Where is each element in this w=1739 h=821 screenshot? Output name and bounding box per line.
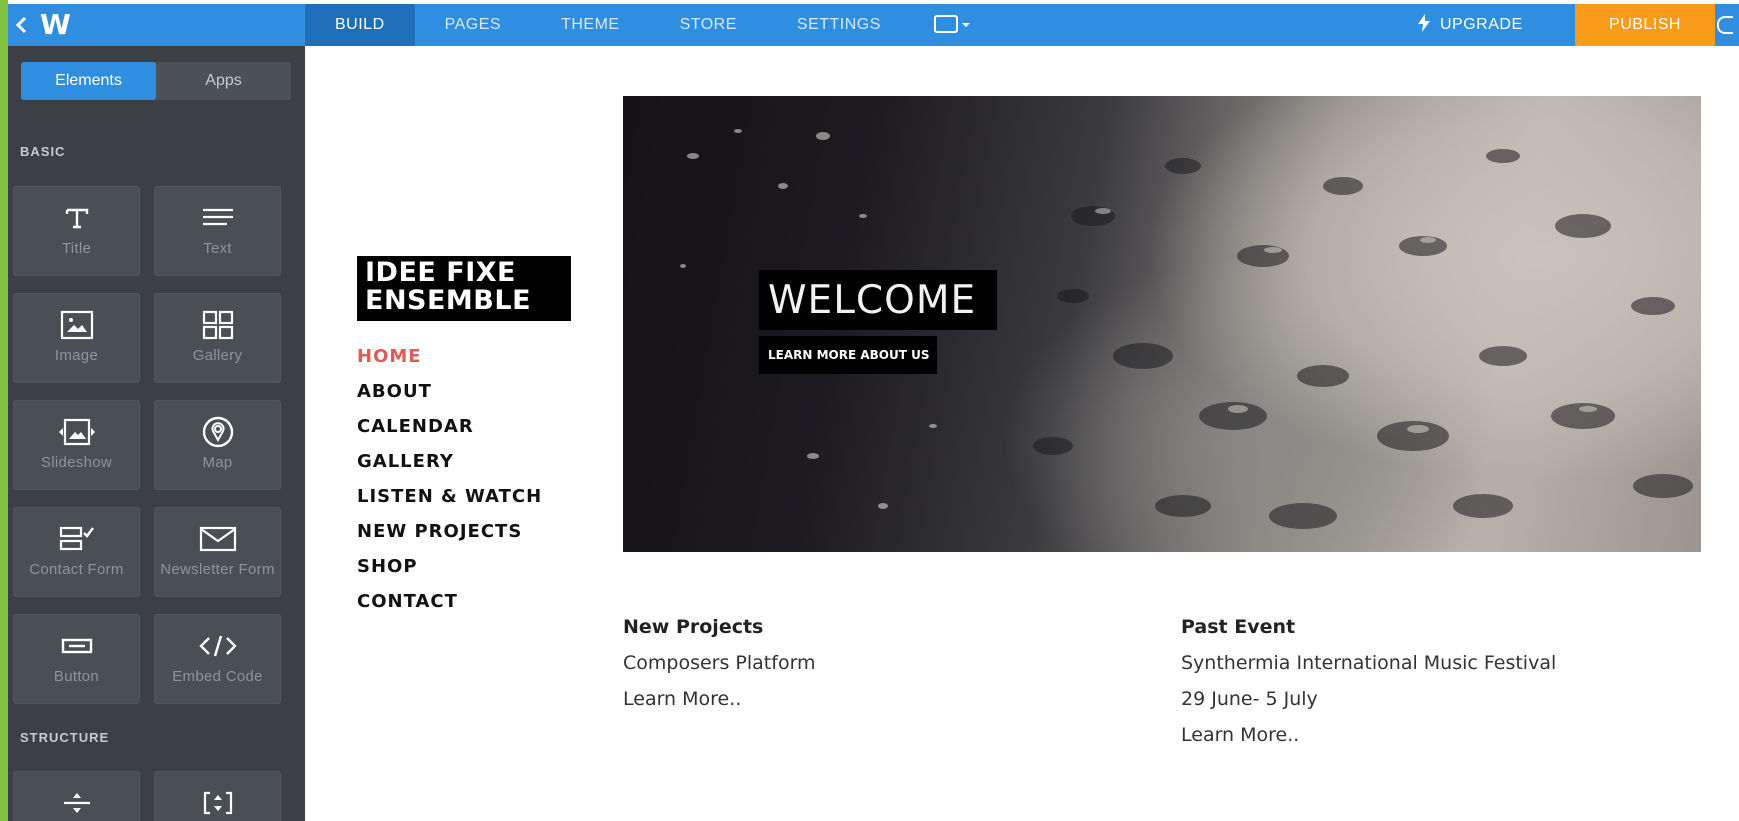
element-contact-form[interactable]: Contact Form [13,507,140,597]
element-label: Contact Form [29,561,124,578]
element-slideshow[interactable]: Slideshow [13,400,140,490]
element-newsletter-form[interactable]: Newsletter Form [154,507,281,597]
site-nav-about[interactable]: ABOUT [357,381,542,416]
slideshow-icon [55,415,99,449]
text-icon [201,201,235,235]
spacer-icon [201,786,235,820]
image-icon [60,308,94,342]
help-icon[interactable] [1715,4,1739,46]
element-label: Button [53,668,100,685]
editor-topbar: W BUILD PAGES THEME STORE SETTINGS UPGRA… [8,4,1739,46]
element-gallery[interactable]: Gallery [154,293,281,383]
element-button[interactable]: Button [13,614,140,704]
section-label-structure: STRUCTURE [20,730,110,745]
new-projects-learn-more-link[interactable]: Learn More.. [623,688,816,724]
device-preview-dropdown[interactable] [911,4,995,46]
gallery-icon [201,308,235,342]
element-label: Title [61,240,92,257]
welcome-heading: WELCOME [759,270,997,330]
new-projects-column: New Projects Composers Platform Learn Mo… [623,616,816,724]
element-label: Newsletter Form [160,561,275,578]
weebly-logo[interactable]: W [40,4,71,46]
element-map[interactable]: Map [154,400,281,490]
tab-settings[interactable]: SETTINGS [767,4,911,46]
upgrade-label: UPGRADE [1440,16,1523,33]
element-text[interactable]: Text [154,186,281,276]
element-divider[interactable] [13,771,140,821]
site-nav-shop[interactable]: SHOP [357,556,542,591]
divider-icon [60,786,94,820]
site-nav-home[interactable]: HOME [357,346,542,381]
lightning-icon [1418,13,1430,37]
element-label: Gallery [192,347,243,364]
site-nav-calendar[interactable]: CALENDAR [357,416,542,451]
monitor-icon [933,15,970,33]
element-label: Map [202,454,233,471]
section-label-basic: BASIC [20,144,66,159]
element-label: Slideshow [40,454,113,471]
site-nav-new-projects[interactable]: NEW PROJECTS [357,521,542,556]
button-icon [60,629,94,663]
publish-button[interactable]: PUBLISH [1575,4,1715,46]
editor-nav: BUILD PAGES THEME STORE SETTINGS [305,4,995,46]
site-logo-line-1: IDEE FIXE [365,257,516,288]
site-nav-contact[interactable]: CONTACT [357,591,542,626]
element-spacer[interactable] [154,771,281,821]
sidebar-tab-switch: Elements Apps [21,62,291,100]
contact-form-icon [57,522,97,556]
site-logo-line-2: ENSEMBLE [365,285,532,316]
new-projects-heading: New Projects [623,616,764,638]
tab-store[interactable]: STORE [650,4,767,46]
learn-more-about-us-button[interactable]: LEARN MORE ABOUT US [759,336,937,374]
title-icon [64,201,90,235]
site-canvas: IDEE FIXE ENSEMBLE HOME ABOUT CALENDAR G… [305,46,1739,821]
site-nav-listen-watch[interactable]: LISTEN & WATCH [357,486,542,521]
element-label: Image [54,347,99,364]
map-icon [201,415,235,449]
past-event-title: Synthermia International Music Festival [1181,652,1557,674]
topbar-logo-area: W [8,4,305,46]
site-nav: HOME ABOUT CALENDAR GALLERY LISTEN & WAT… [357,346,542,626]
hero-banner[interactable]: WELCOME LEARN MORE ABOUT US [623,96,1701,552]
tab-apps[interactable]: Apps [156,62,291,100]
element-label: Text [203,240,232,257]
element-image[interactable]: Image [13,293,140,383]
past-event-learn-more-link[interactable]: Learn More.. [1181,724,1556,760]
past-event-date: 29 June- 5 July [1181,688,1318,710]
tab-elements[interactable]: Elements [21,62,156,100]
past-event-column: Past Event Synthermia International Musi… [1181,616,1556,760]
element-label: Embed Code [172,668,263,685]
embed-code-icon [198,629,238,663]
new-projects-item: Composers Platform [623,652,816,674]
tab-pages[interactable]: PAGES [415,4,531,46]
element-title[interactable]: Title [13,186,140,276]
element-embed-code[interactable]: Embed Code [154,614,281,704]
elements-sidebar: Elements Apps BASIC Title Text Image Gal… [8,46,305,821]
site-nav-gallery[interactable]: GALLERY [357,451,542,486]
upgrade-button[interactable]: UPGRADE [1418,4,1523,46]
site-logo[interactable]: IDEE FIXE ENSEMBLE [357,256,571,321]
newsletter-icon [199,522,237,556]
back-chevron-icon[interactable] [10,4,32,46]
tab-build[interactable]: BUILD [305,4,415,46]
past-event-heading: Past Event [1181,616,1296,638]
tab-theme[interactable]: THEME [531,4,650,46]
desktop-edge [0,0,8,821]
